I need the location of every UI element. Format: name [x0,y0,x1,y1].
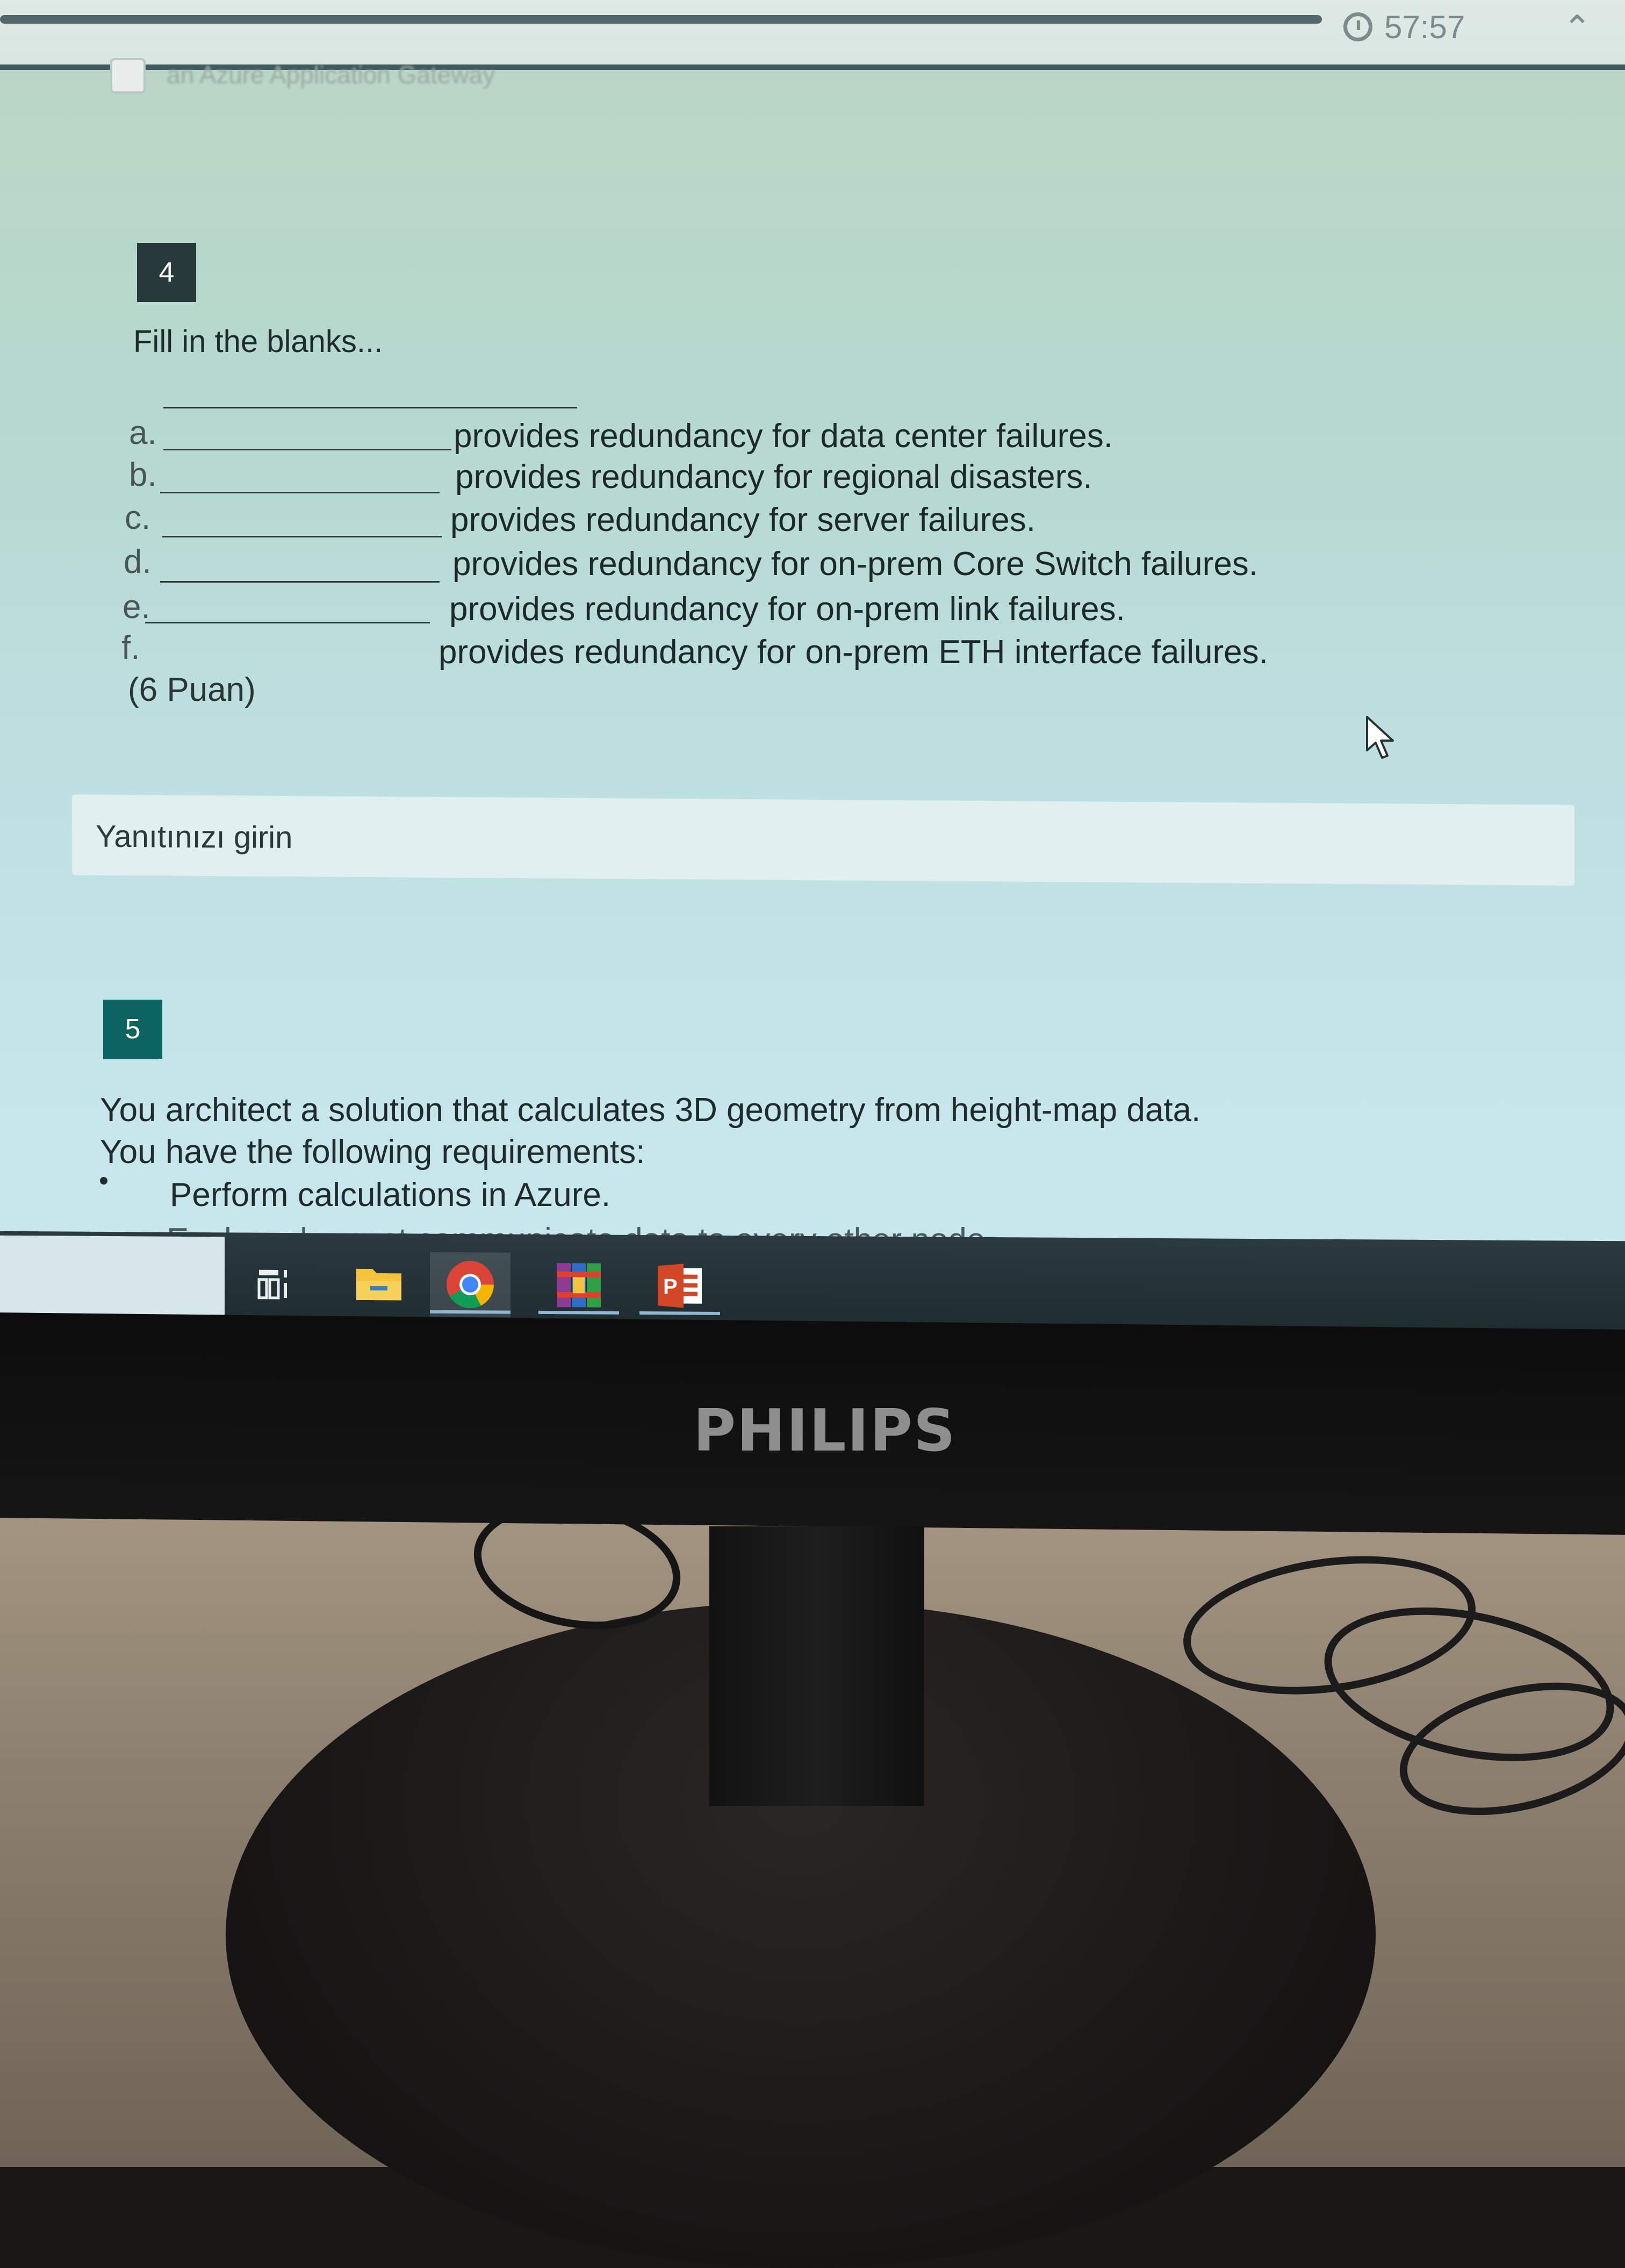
active-app-indicator [430,1310,510,1314]
blank-text: provides redundancy for on-prem ETH inte… [438,634,1268,671]
collapse-chevron-icon[interactable]: ⌃ [1558,10,1596,47]
question-number-badge: 4 [137,243,196,302]
progress-bar [0,15,1322,24]
powerpoint-icon[interactable]: P [639,1253,720,1318]
answer-input[interactable]: Yanıtınızı girin [72,794,1574,886]
blank-letter: c. [125,499,151,536]
blank-text: provides redundancy for server failures. [450,501,1036,539]
blank-letter: d. [124,543,152,580]
taskbar-search-area[interactable] [0,1235,225,1324]
file-explorer-icon[interactable] [339,1252,419,1317]
active-app-indicator [538,1310,619,1315]
blank-text: provides redundancy for on-prem Core Swi… [452,546,1259,583]
requirement-item: Perform calculations in Azure. [170,1176,611,1214]
blank-line [163,449,451,450]
blank-line [145,622,430,623]
question-title: Fill in the blanks... [133,324,383,359]
question-number-badge: 5 [103,1000,162,1059]
question-text: You architect a solution that calculates… [100,1092,1201,1129]
question-text: You have the following requirements: [100,1133,645,1171]
svg-text:P: P [663,1275,678,1298]
screen: 57:57 ⌃ an Azure Application Gateway 4 F… [0,0,1625,1333]
blank-letter: f. [121,629,140,666]
blank-text: provides redundancy for regional disaste… [455,458,1092,496]
blank-letter: b. [129,456,157,493]
blank-line [160,581,440,583]
monitor-stand-neck [709,1526,924,1806]
previous-option-label: an Azure Application Gateway [167,61,495,89]
blank-line [162,536,442,537]
previous-option-checkbox[interactable] [110,58,146,94]
mouse-cursor-icon [1366,716,1394,759]
blank-line [163,407,577,408]
timer-value: 57:57 [1384,9,1465,45]
active-app-indicator [639,1311,720,1315]
blank-letter: a. [129,414,157,451]
form-top-bar: 57:57 ⌃ [0,0,1625,70]
stopwatch-icon [1343,12,1372,41]
blank-line [160,492,440,493]
timer: 57:57 [1343,5,1465,48]
chrome-icon[interactable] [430,1252,510,1317]
blank-text: provides redundancy for on-prem link fai… [449,591,1125,628]
question-points: (6 Puan) [128,671,256,708]
answer-placeholder: Yanıtınızı girin [96,819,293,856]
monitor-brand-logo: PHILIPS [693,1397,957,1465]
task-view-icon[interactable] [234,1251,315,1316]
winrar-icon[interactable] [538,1253,619,1318]
bullet-icon [100,1177,107,1185]
blank-text: provides redundancy for data center fail… [454,418,1113,455]
blank-letter: e. [123,588,150,626]
